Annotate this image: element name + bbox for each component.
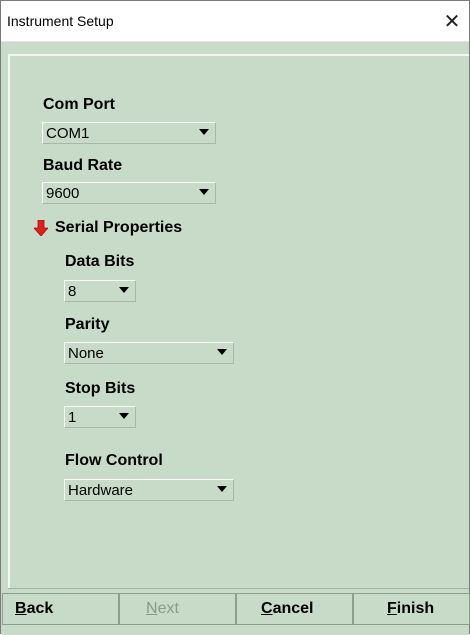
data-bits-label: Data Bits [65, 253, 135, 270]
parity-dropdown[interactable]: None [64, 342, 234, 364]
flow-control-label: Flow Control [65, 452, 163, 469]
stop-bits-dropdown[interactable]: 1 [64, 406, 136, 428]
com-port-label: Com Port [43, 96, 115, 113]
next-button-label: Next [146, 600, 179, 617]
stop-bits-value: 1 [68, 409, 77, 426]
cancel-button-label: Cancel [261, 600, 314, 617]
finish-button[interactable]: Finish [353, 593, 470, 625]
baud-rate-label: Baud Rate [43, 157, 123, 174]
chevron-down-icon [199, 129, 209, 135]
back-button-label: Back [15, 600, 54, 617]
wizard-button-bar: Back Next Cancel Finish [1, 591, 470, 635]
chevron-down-icon [199, 189, 209, 195]
parity-label: Parity [65, 316, 110, 333]
baud-rate-dropdown[interactable]: 9600 [42, 182, 216, 204]
flow-control-value: Hardware [68, 482, 134, 499]
com-port-value: COM1 [46, 125, 90, 142]
down-arrow-icon [33, 219, 49, 237]
settings-panel: Com Port COM1 Baud Rate 9600 Serial Prop… [8, 54, 469, 590]
data-bits-value: 8 [68, 283, 77, 300]
instrument-setup-window: Instrument Setup ✕ Com Port COM1 Baud Ra… [0, 0, 470, 635]
serial-properties-label: Serial Properties [55, 219, 183, 236]
window-title: Instrument Setup [7, 13, 114, 29]
finish-button-label: Finish [387, 600, 435, 617]
stop-bits-label: Stop Bits [65, 380, 136, 397]
chevron-down-icon [217, 486, 227, 492]
flow-control-dropdown[interactable]: Hardware [64, 479, 234, 501]
cancel-button[interactable]: Cancel [236, 593, 353, 625]
parity-value: None [68, 345, 104, 362]
title-bar: Instrument Setup ✕ [1, 1, 469, 42]
chevron-down-icon [119, 413, 129, 419]
com-port-dropdown[interactable]: COM1 [42, 122, 216, 144]
baud-rate-value: 9600 [46, 185, 80, 202]
back-button[interactable]: Back [2, 593, 119, 625]
next-button[interactable]: Next [119, 593, 236, 625]
data-bits-dropdown[interactable]: 8 [64, 280, 136, 302]
close-icon[interactable]: ✕ [435, 1, 469, 41]
serial-properties-toggle[interactable]: Serial Properties [33, 219, 183, 237]
chevron-down-icon [217, 349, 227, 355]
chevron-down-icon [119, 287, 129, 293]
